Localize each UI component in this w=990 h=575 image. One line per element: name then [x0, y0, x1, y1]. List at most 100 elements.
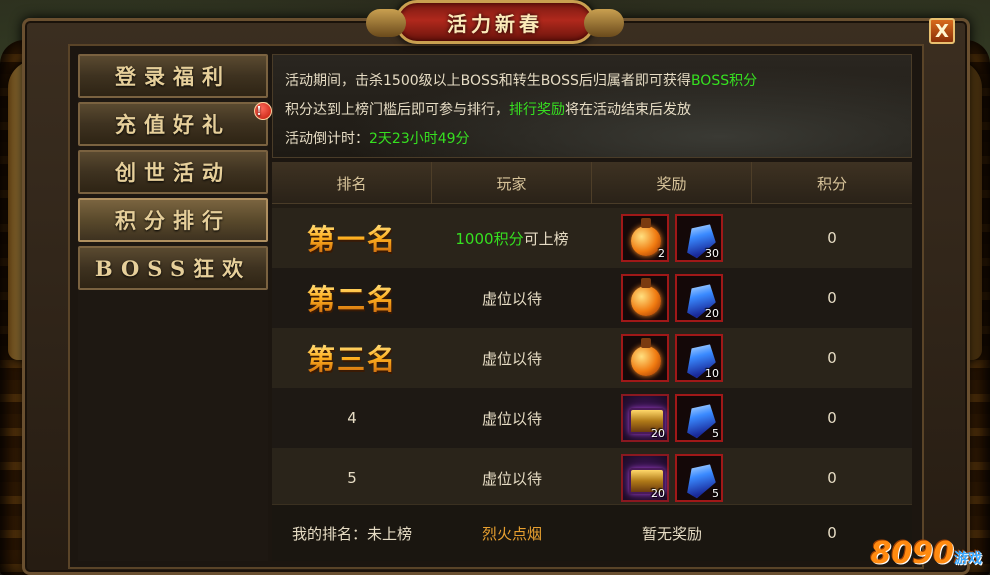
countdown-value: 2天23小时49分: [369, 131, 470, 147]
potion-icon: [631, 278, 661, 316]
rank-cell: 5: [347, 469, 357, 487]
watermark-suffix: 游戏: [954, 551, 982, 567]
table-row: 4 虚位以待 20 5 0: [272, 388, 912, 448]
rank-label: 第三名: [307, 338, 397, 378]
score-cell: 0: [827, 469, 837, 487]
reward-cell: 10: [592, 328, 752, 388]
watermark-brand: 8090: [870, 536, 955, 571]
reward-wrap: 20 5: [621, 454, 723, 502]
sidebar-item-label: 创世活动: [115, 160, 231, 185]
reward-item[interactable]: 20: [675, 274, 723, 322]
rank-label: 第二名: [307, 278, 397, 318]
rank-cell: 第二名: [272, 268, 432, 328]
table-header: 排名 玩家 奖励 积分: [272, 162, 912, 204]
table-row: 5 虚位以待 20 5 0: [272, 448, 912, 508]
sidebar-item-label: 积分排行: [115, 208, 231, 233]
sidebar-item-recharge-gift[interactable]: 充值好礼 !: [78, 102, 272, 146]
reward-item[interactable]: [621, 334, 669, 382]
column-header-rank: 排名: [272, 162, 432, 204]
reward-cell: 20 5: [592, 448, 752, 508]
reward-item[interactable]: 30: [675, 214, 723, 262]
my-player-name[interactable]: 烈火点烟: [432, 505, 592, 562]
score-cell: 0: [827, 349, 837, 367]
rank-label: 第一名: [307, 218, 397, 258]
player-text: 虚位以待: [481, 349, 542, 368]
item-count: 5: [712, 427, 719, 440]
table-row: 第三名 虚位以待 10 0: [272, 328, 912, 388]
info-text: 积分达到上榜门槛后即可参与排行，: [285, 102, 509, 118]
reward-cell: 2 30: [592, 208, 752, 268]
player-cell: 虚位以待: [432, 448, 592, 508]
sidebar-item-login-welfare[interactable]: 登录福利: [78, 54, 268, 98]
info-text: 将在活动结束后发放: [565, 102, 691, 118]
potion-icon: [631, 218, 661, 256]
score-cell: 0: [827, 229, 837, 247]
player-cell: 虚位以待: [432, 388, 592, 448]
reward-wrap: 10: [621, 334, 723, 382]
table-row: 第一名 1000积分 可上榜 2 30 0: [272, 208, 912, 268]
boss-points-highlight: BOSS积分: [690, 73, 758, 89]
reward-item[interactable]: 20: [621, 454, 669, 502]
close-button[interactable]: X: [929, 18, 955, 44]
reward-item[interactable]: 20: [621, 394, 669, 442]
countdown-label: 活动倒计时：: [285, 131, 369, 147]
reward-wrap: 2 30: [621, 214, 723, 262]
reward-item[interactable]: 5: [675, 454, 723, 502]
item-count: 20: [705, 307, 719, 320]
info-line-1: 活动期间，击杀1500级以上BOSS和转生BOSS后归属者即可获得BOSS积分: [285, 67, 899, 96]
reward-cell: 20: [592, 268, 752, 328]
ranking-table: 排名 玩家 奖励 积分 第一名 1000积分 可上榜 2 30 0 第二名 虚位以…: [272, 162, 912, 561]
reward-item[interactable]: 10: [675, 334, 723, 382]
rank-cell: 第三名: [272, 328, 432, 388]
sidebar-item-label: BOSS狂欢: [94, 256, 252, 281]
info-text: 活动期间，击杀1500级以上BOSS和转生BOSS后归属者即可获得: [285, 73, 691, 89]
player-cell: 1000积分 可上榜: [432, 208, 592, 268]
sidebar-item-label: 登录福利: [115, 64, 231, 89]
player-text: 虚位以待: [481, 409, 542, 428]
item-count: 20: [651, 487, 665, 500]
title-wing-left: [366, 9, 406, 37]
my-reward: 暂无奖励: [641, 524, 702, 543]
player-cell: 虚位以待: [432, 268, 592, 328]
site-watermark-logo: 8090游戏: [871, 536, 983, 571]
item-count: 20: [651, 427, 665, 440]
item-count: 5: [712, 487, 719, 500]
reward-cell: 20 5: [592, 388, 752, 448]
reward-wrap: 20 5: [621, 394, 723, 442]
ranking-reward-highlight: 排行奖励: [509, 102, 565, 118]
window-title: 活力新春: [447, 11, 543, 36]
rank-cell: 4: [347, 409, 357, 427]
player-text: 虚位以待: [481, 469, 542, 488]
player-cell: 虚位以待: [432, 328, 592, 388]
column-header-reward: 奖励: [592, 162, 752, 204]
reward-item[interactable]: 5: [675, 394, 723, 442]
item-count: 10: [705, 367, 719, 380]
player-text: 虚位以待: [481, 289, 542, 308]
column-header-player: 玩家: [432, 162, 592, 204]
score-cell: 0: [827, 409, 837, 427]
event-info-panel: 活动期间，击杀1500级以上BOSS和转生BOSS后归属者即可获得BOSS积分 …: [272, 54, 912, 158]
my-rank-row: 我的排名：未上榜 烈火点烟 暂无奖励 0: [272, 504, 912, 561]
item-count: 30: [705, 247, 719, 260]
info-line-2: 积分达到上榜门槛后即可参与排行，排行奖励将在活动结束后发放: [285, 96, 899, 125]
rank-cell: 第一名: [272, 208, 432, 268]
column-header-score: 积分: [816, 174, 847, 193]
score-cell: 0: [827, 289, 837, 307]
player-text: 可上榜: [523, 229, 569, 248]
sidebar-item-label: 充值好礼: [115, 112, 231, 137]
reward-item[interactable]: [621, 274, 669, 322]
reward-item[interactable]: 2: [621, 214, 669, 262]
title-wing-right: [584, 9, 624, 37]
sidebar-item-points-ranking[interactable]: 积分排行: [78, 198, 268, 242]
close-icon: X: [935, 20, 949, 42]
sidebar-item-genesis-event[interactable]: 创世活动: [78, 150, 268, 194]
sidebar-item-boss-carnival[interactable]: BOSS狂欢: [78, 246, 268, 290]
potion-icon: [631, 338, 661, 376]
my-rank-label: 我的排名：未上榜: [291, 524, 412, 543]
item-count: 2: [658, 247, 665, 260]
sidebar: 登录福利 充值好礼 ! 创世活动 积分排行 BOSS狂欢: [78, 54, 272, 561]
reward-wrap: 20: [621, 274, 723, 322]
info-line-3: 活动倒计时：2天23小时49分: [285, 125, 899, 154]
threshold-highlight: 1000积分: [455, 229, 524, 248]
window-title-plaque: 活力新春: [366, 0, 624, 44]
